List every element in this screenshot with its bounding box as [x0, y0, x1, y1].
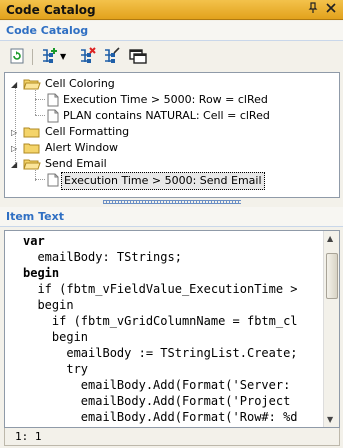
document-icon — [47, 93, 59, 107]
code-editor[interactable]: var emailBody: TStrings; begin if (fbtm_… — [4, 230, 340, 428]
folder-open-icon — [23, 78, 41, 90]
catalog-toolbar: ▼ — [0, 44, 343, 70]
code-line: emailBody.Add(Format('Server: — [23, 378, 291, 392]
item-text-section-label: Item Text — [6, 210, 64, 223]
tree-item-execution-time-row[interactable]: Execution Time > 5000: Row = clRed — [5, 92, 335, 108]
code-line: emailBody.Add(Format('Row#: %d — [23, 410, 298, 424]
window-icon[interactable] — [128, 47, 148, 67]
catalog-section-header: Code Catalog — [0, 21, 343, 41]
folder-icon — [23, 142, 41, 154]
tree-item-send-email[interactable]: ◢ Send Email — [5, 156, 335, 172]
document-icon — [47, 173, 59, 187]
document-icon — [47, 109, 59, 123]
window-title: Code Catalog — [6, 3, 96, 17]
scrollbar-thumb[interactable] — [326, 253, 338, 299]
vertical-scrollbar[interactable]: ▲ ▼ — [323, 231, 339, 427]
tree-item-label-selected: Execution Time > 5000: Send Email — [61, 172, 265, 190]
code-line: begin — [23, 265, 59, 281]
window-title-bar: Code Catalog — [0, 0, 343, 20]
tree-item-label: Execution Time > 5000: Row = clRed — [63, 93, 268, 106]
tree-item-plan-contains[interactable]: PLAN contains NATURAL: Cell = clRed — [5, 108, 335, 124]
folder-open-icon — [23, 158, 41, 170]
add-item-icon[interactable] — [40, 47, 60, 67]
tree-item-label: Cell Coloring — [45, 77, 115, 90]
code-line: begin — [23, 330, 89, 344]
code-text: begin — [23, 266, 60, 280]
expand-icon[interactable]: ▷ — [11, 128, 20, 137]
tree-item-cell-formatting[interactable]: ▷ Cell Formatting — [5, 124, 335, 140]
code-line: emailBody := TStringList.Create; — [23, 346, 298, 360]
code-text: var — [23, 234, 45, 248]
code-line: emailBody: TStrings; — [23, 250, 182, 264]
tree-item-cell-coloring[interactable]: ◢ Cell Coloring — [5, 76, 335, 92]
code-line: try — [23, 362, 89, 376]
tree-item-label: Cell Formatting — [45, 125, 130, 138]
close-icon[interactable] — [324, 2, 338, 16]
pin-icon[interactable] — [306, 2, 320, 16]
toolbar-separator — [32, 49, 33, 65]
tree-item-alert-window[interactable]: ▷ Alert Window — [5, 140, 335, 156]
code-line: if (fbtm_vFieldValue_ExecutionTime > — [23, 282, 298, 296]
scroll-down-icon[interactable]: ▼ — [327, 415, 333, 424]
collapse-icon[interactable]: ◢ — [11, 160, 20, 169]
tree-item-label: Send Email — [45, 157, 107, 170]
folder-icon — [23, 126, 41, 138]
code-line: begin — [23, 298, 74, 312]
catalog-tree[interactable]: ◢ Cell Coloring Execution Time > 5000: R… — [4, 72, 340, 198]
collapse-icon[interactable]: ◢ — [11, 80, 20, 89]
tree-item-label: Alert Window — [45, 141, 119, 154]
editor-status-bar: 1: 1 — [4, 428, 340, 446]
catalog-section-label: Code Catalog — [6, 24, 89, 37]
panel-splitter[interactable] — [0, 198, 343, 206]
refresh-icon[interactable] — [8, 47, 28, 67]
code-line: if (fbtm_vGridColumnName = fbtm_cl — [23, 314, 298, 328]
scroll-up-icon[interactable]: ▲ — [327, 234, 333, 243]
tree-item-label: PLAN contains NATURAL: Cell = clRed — [63, 109, 270, 122]
code-line: var — [23, 233, 45, 249]
add-dropdown-arrow-icon[interactable]: ▼ — [60, 47, 70, 67]
edit-item-icon[interactable] — [102, 47, 122, 67]
expand-icon[interactable]: ▷ — [11, 144, 20, 153]
delete-item-icon[interactable] — [78, 47, 98, 67]
item-text-section-header: Item Text — [0, 207, 343, 227]
splitter-grip[interactable] — [103, 200, 241, 204]
tree-item-send-email-rule[interactable]: Execution Time > 5000: Send Email — [5, 172, 335, 190]
code-line: emailBody.Add(Format('Project — [23, 394, 291, 408]
cursor-position: 1: 1 — [15, 430, 42, 443]
